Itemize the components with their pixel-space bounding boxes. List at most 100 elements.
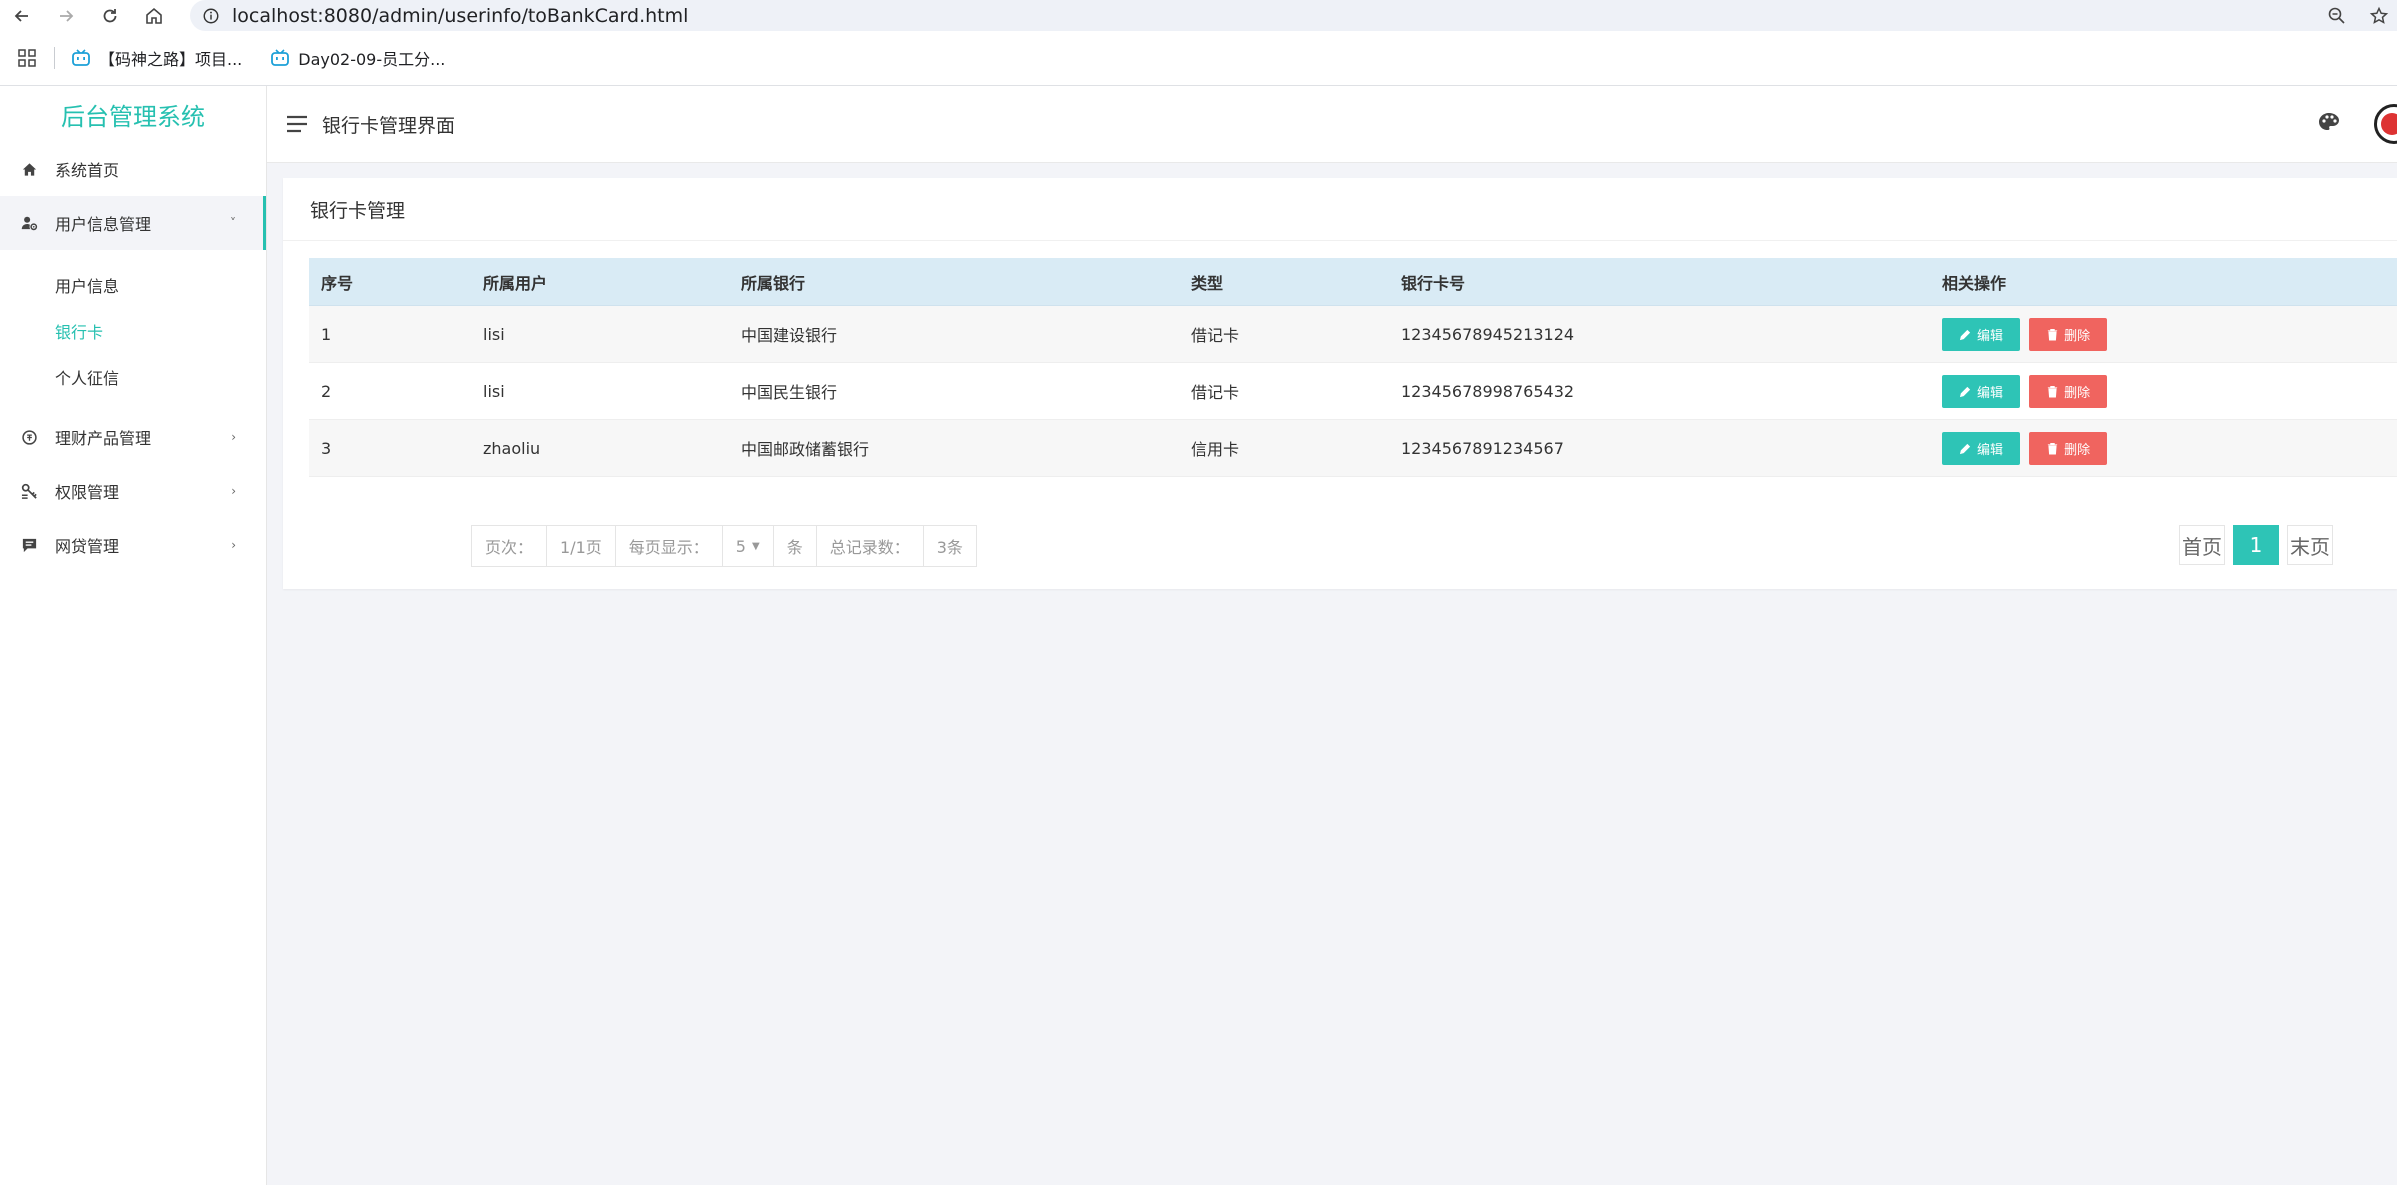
sidebar-item-loans[interactable]: 网贷管理 ›: [0, 518, 266, 572]
bookmark-label: Day02-09-员工分...: [298, 50, 446, 69]
browser-address-bar: localhost:8080/admin/userinfo/toBankCard…: [0, 0, 2397, 31]
user-cog-icon: [20, 214, 38, 232]
table-row: 2 lisi 中国民生银行 借记卡 12345678998765432 编辑 删…: [309, 362, 2397, 420]
page-value: 1/1页: [547, 526, 616, 566]
per-page-label: 每页显示：: [616, 526, 723, 566]
per-page-unit: 条: [774, 526, 817, 566]
cell-type: 借记卡: [1179, 305, 1389, 363]
table-header-row: 序号 所属用户 所属银行 类型 银行卡号 相关操作: [309, 258, 2397, 306]
cell-no: 1: [309, 305, 471, 363]
cell-type: 借记卡: [1179, 362, 1389, 420]
chevron-right-icon: ›: [231, 484, 236, 498]
sidebar-item-finance-products[interactable]: 理财产品管理 ›: [0, 410, 266, 464]
bookmark-item[interactable]: 【码神之路】项目...: [71, 46, 242, 70]
reload-button[interactable]: [88, 0, 132, 31]
app-logo[interactable]: 后台管理系统: [0, 86, 266, 142]
cell-bank: 中国邮政储蓄银行: [729, 419, 1179, 477]
sidebar-subitem-credit-report[interactable]: 个人征信: [0, 354, 266, 400]
bilibili-icon: [271, 49, 290, 66]
cell-user: lisi: [471, 362, 729, 420]
bookmark-label: 【码神之路】项目...: [99, 50, 243, 69]
apps-grid-icon[interactable]: [0, 48, 54, 68]
total-value: 3条: [936, 538, 963, 557]
delete-label: 删除: [2064, 328, 2091, 344]
cell-actions: 编辑 删除: [1930, 362, 2397, 420]
url-text: localhost:8080/admin/userinfo/toBankCard…: [232, 4, 689, 27]
forward-arrow-icon: [60, 9, 74, 22]
sidebar-subitem-user-info[interactable]: 用户信息: [0, 262, 266, 308]
address-bar-actions: [2327, 0, 2397, 31]
coin-icon: [20, 428, 38, 446]
total-label: 总记录数：: [817, 526, 924, 566]
pencil-icon: [1959, 443, 1971, 454]
column-header: 所属银行: [729, 258, 1179, 306]
edit-button[interactable]: 编辑: [1942, 431, 2020, 465]
column-header: 所属用户: [471, 258, 729, 306]
chevron-right-icon: ›: [231, 538, 236, 552]
page-label: 页次：: [472, 526, 548, 566]
trash-icon: [2047, 442, 2058, 454]
pencil-icon: [1959, 386, 1971, 397]
menu-toggle-icon[interactable]: [285, 112, 309, 136]
current-page-button[interactable]: 1: [2233, 525, 2279, 565]
user-avatar[interactable]: [2374, 104, 2397, 144]
home-button[interactable]: [132, 0, 176, 31]
cell-card-number: 1234567891234567: [1389, 419, 1930, 477]
edit-label: 编辑: [1976, 442, 2003, 458]
cell-user: zhaoliu: [471, 419, 729, 477]
back-button[interactable]: [0, 0, 44, 31]
sidebar-item-user-management[interactable]: 用户信息管理 ˅: [0, 196, 266, 250]
cell-type: 信用卡: [1179, 419, 1389, 477]
first-page-button[interactable]: 首页: [2179, 525, 2225, 565]
url-field[interactable]: localhost:8080/admin/userinfo/toBankCard…: [190, 0, 2397, 31]
panel-title: 银行卡管理: [283, 178, 2397, 241]
edit-button[interactable]: 编辑: [1942, 317, 2020, 351]
table-row: 1 lisi 中国建设银行 借记卡 12345678945213124 编辑 删…: [309, 305, 2397, 363]
bookmark-separator: [54, 47, 55, 69]
chevron-down-icon: ˅: [230, 216, 236, 230]
cell-card-number: 12345678945213124: [1389, 305, 1930, 363]
message-icon: [20, 536, 38, 554]
pencil-icon: [1959, 329, 1971, 340]
forward-button[interactable]: [44, 0, 88, 31]
delete-button[interactable]: 删除: [2029, 317, 2108, 351]
edit-label: 编辑: [1976, 385, 2003, 401]
bookmarks-bar: 【码神之路】项目... Day02-09-员工分...: [0, 31, 2397, 86]
page-title: 银行卡管理界面: [322, 115, 456, 137]
bank-card-panel: 银行卡管理 序号 所属用户 所属银行 类型 银行卡号 相关操作 1 lisi 中…: [283, 178, 2397, 589]
sidebar-item-permissions[interactable]: 权限管理 ›: [0, 464, 266, 518]
zoom-icon[interactable]: [2327, 6, 2347, 26]
cell-card-number: 12345678998765432: [1389, 362, 1930, 420]
key-icon: [20, 482, 38, 500]
edit-button[interactable]: 编辑: [1942, 374, 2020, 408]
palette-icon[interactable]: [2317, 111, 2341, 135]
delete-button[interactable]: 删除: [2029, 374, 2108, 408]
column-header: 银行卡号: [1389, 258, 1930, 306]
caret-down-icon: ▼: [751, 540, 760, 552]
cell-bank: 中国民生银行: [729, 362, 1179, 420]
delete-label: 删除: [2064, 442, 2091, 458]
home-icon: [146, 7, 162, 24]
last-page-button[interactable]: 末页: [2287, 525, 2333, 565]
cell-user: lisi: [471, 305, 729, 363]
sidebar-item-home[interactable]: 系统首页: [0, 142, 266, 196]
bank-card-table: 序号 所属用户 所属银行 类型 银行卡号 相关操作 1 lisi 中国建设银行 …: [309, 258, 2397, 477]
sidebar-item-label: 用户信息管理: [55, 215, 152, 234]
site-info-icon[interactable]: [190, 7, 232, 25]
cell-actions: 编辑 删除: [1930, 419, 2397, 477]
sidebar-subitem-bank-card[interactable]: 银行卡: [0, 308, 266, 354]
cell-bank: 中国建设银行: [729, 305, 1179, 363]
bookmark-star-icon[interactable]: [2369, 6, 2389, 26]
trash-icon: [2047, 328, 2058, 340]
per-page-select[interactable]: 5 ▼: [723, 526, 774, 566]
chevron-right-icon: ›: [231, 430, 236, 444]
delete-button[interactable]: 删除: [2029, 431, 2108, 465]
bookmark-item[interactable]: Day02-09-员工分...: [270, 46, 445, 70]
home-icon: [20, 160, 38, 178]
cell-no: 2: [309, 362, 471, 420]
pager: 首页 1 末页: [2179, 525, 2333, 565]
column-header: 相关操作: [1930, 258, 2397, 306]
cell-actions: 编辑 删除: [1930, 305, 2397, 363]
pagination-info: 页次： 1/1页 每页显示： 5 ▼ 条 总记录数： 3条: [471, 525, 977, 567]
user-management-submenu: 用户信息 银行卡 个人征信: [0, 250, 266, 410]
